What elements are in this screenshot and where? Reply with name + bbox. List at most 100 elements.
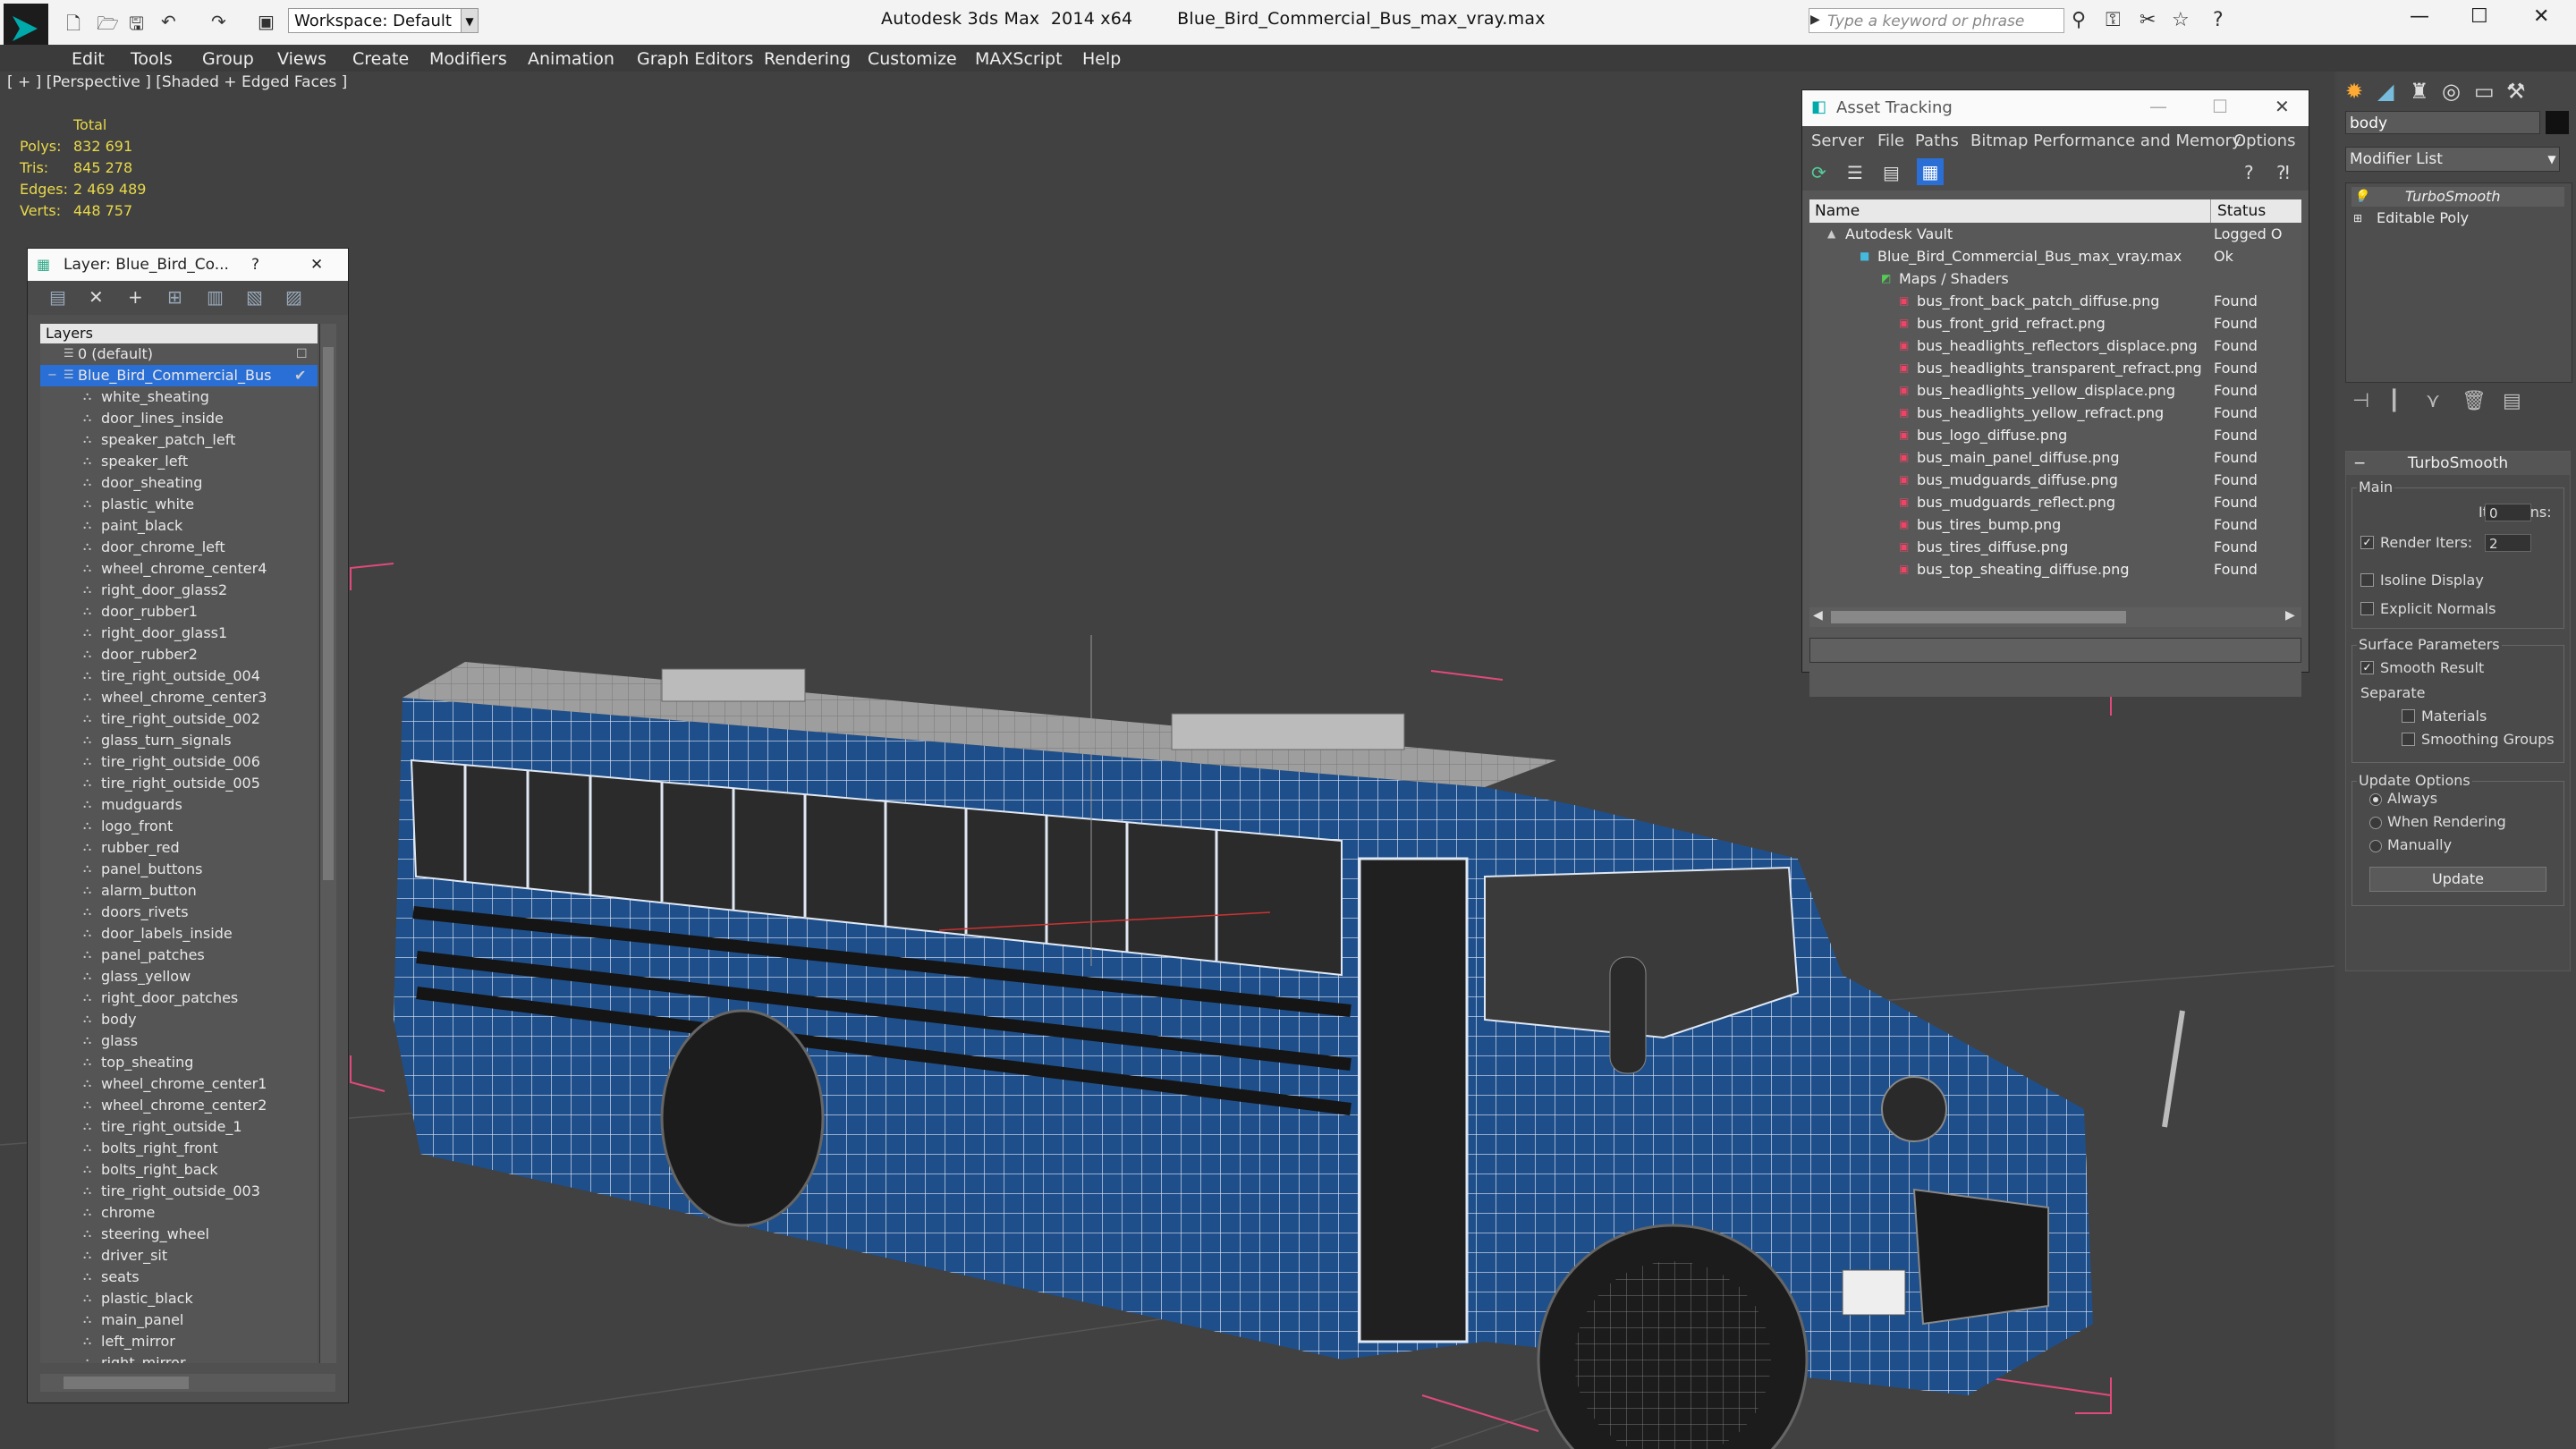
asset-row-map[interactable]: ▣ bus_mudguards_diffuse.png Found <box>1809 469 2301 491</box>
layer-row[interactable]: ⛬ tire_right_outside_004 <box>40 665 318 687</box>
object-name-field[interactable]: body <box>2345 111 2540 134</box>
create-tab-icon[interactable]: ✹ <box>2345 79 2363 104</box>
expand-icon[interactable]: ⊞ <box>2353 208 2362 228</box>
menu-views[interactable]: Views <box>277 49 326 69</box>
utilities-tab-icon[interactable]: ⚒ <box>2506 79 2526 104</box>
menu-create[interactable]: Create <box>352 49 409 69</box>
layer-row[interactable]: ⛬ right_door_patches <box>40 987 318 1009</box>
layer-row[interactable]: ⛬ chrome <box>40 1202 318 1224</box>
minimize-button[interactable]: — <box>2149 96 2167 117</box>
layer-row[interactable]: ⛬ glass_turn_signals <box>40 730 318 751</box>
undo-icon[interactable]: ↶ <box>161 11 176 32</box>
layer-row[interactable]: ⛬ panel_buttons <box>40 859 318 880</box>
layer-row[interactable]: ⛬ top_sheating <box>40 1052 318 1073</box>
layer-row[interactable]: ⛬ plastic_white <box>40 494 318 515</box>
layer-row[interactable]: ⛬ right_door_glass1 <box>40 623 318 644</box>
layer-row[interactable]: ⛬ right_door_glass2 <box>40 580 318 601</box>
menu-edit[interactable]: Edit <box>72 49 105 69</box>
asset-row-map[interactable]: ▣ bus_tires_bump.png Found <box>1809 513 2301 536</box>
isoline-display-checkbox[interactable] <box>2360 573 2374 587</box>
layer-row-selected[interactable]: − ☰ Blue_Bird_Commercial_Bus ✔ <box>40 365 318 386</box>
rollout-title[interactable]: − TurboSmooth <box>2346 452 2570 475</box>
layers-column-header[interactable]: Layers <box>40 324 318 343</box>
scroll-right-icon[interactable]: ▶ <box>2285 608 2295 623</box>
search-arrow-icon[interactable]: ▶ <box>1810 13 1820 27</box>
display-tab-icon[interactable]: ▭ <box>2474 79 2495 104</box>
always-radio[interactable] <box>2369 793 2382 806</box>
help-icon[interactable]: ? <box>2244 162 2254 183</box>
smoothing-groups-checkbox[interactable] <box>2402 733 2415 746</box>
add-to-layer-icon[interactable]: + <box>128 286 143 308</box>
asset-path-field[interactable] <box>1809 638 2301 663</box>
layer-row[interactable]: ⛬ door_lines_inside <box>40 408 318 429</box>
layer-row[interactable]: ⛬ door_sheating <box>40 472 318 494</box>
layer-row[interactable]: ⛬ wheel_chrome_center3 <box>40 687 318 708</box>
layer-row[interactable]: ⛬ door_labels_inside <box>40 923 318 945</box>
layer-row[interactable]: ⛬ rubber_red <box>40 837 318 859</box>
asset-horizontal-scrollbar[interactable]: ◀ ▶ <box>1809 607 2301 627</box>
explicit-normals-checkbox[interactable] <box>2360 602 2374 615</box>
layer-row[interactable]: ⛬ panel_patches <box>40 945 318 966</box>
menu-server[interactable]: Server <box>1811 131 1864 150</box>
materials-checkbox[interactable] <box>2402 709 2415 723</box>
refresh-icon[interactable]: ⟳ <box>1811 162 1826 183</box>
checkbox-icon[interactable]: ☐ <box>296 343 308 365</box>
layer-row[interactable]: ⛬ glass <box>40 1030 318 1052</box>
asset-row-map[interactable]: ▣ bus_mudguards_reflect.png Found <box>1809 491 2301 513</box>
workspace-select[interactable]: Workspace: Default <box>288 8 467 33</box>
status-column-header[interactable]: Status <box>2217 199 2266 223</box>
delete-layer-icon[interactable]: ✕ <box>89 286 104 308</box>
asset-row-vault[interactable]: ▲ Autodesk Vault Logged O <box>1809 223 2301 245</box>
scroll-thumb[interactable] <box>64 1377 189 1389</box>
menu-graph-editors[interactable]: Graph Editors <box>637 49 753 69</box>
hierarchy-tab-icon[interactable]: ♜ <box>2410 79 2429 104</box>
asset-tracking-titlebar[interactable]: ◧ Asset Tracking — ☐ ✕ <box>1802 90 2309 126</box>
list-view-icon[interactable]: ☰ <box>1847 162 1863 183</box>
search-input[interactable]: Type a keyword or phrase <box>1809 8 2064 33</box>
layer-row[interactable]: ⛬ wheel_chrome_center4 <box>40 558 318 580</box>
layer-row[interactable]: ⛬ main_panel <box>40 1309 318 1331</box>
redo-icon[interactable]: ↷ <box>211 11 226 32</box>
hide-all-icon[interactable]: ▧ <box>246 286 263 308</box>
layer-row[interactable]: ⛬ doors_rivets <box>40 902 318 923</box>
layer-row[interactable]: ⛬ tire_right_outside_003 <box>40 1181 318 1202</box>
maximize-button[interactable]: ☐ <box>2212 96 2228 117</box>
stack-item-turbosmooth[interactable]: 💡 TurboSmooth <box>2351 187 2564 207</box>
detail-view-icon[interactable]: ▤ <box>1883 162 1900 183</box>
layer-row[interactable]: ⛬ right_mirror <box>40 1352 318 1363</box>
asset-row-map[interactable]: ▣ bus_headlights_transparent_refract.png F… <box>1809 357 2301 379</box>
select-objects-icon[interactable]: ⊞ <box>167 286 182 308</box>
layer-row[interactable]: ⛬ mudguards <box>40 794 318 816</box>
menu-file[interactable]: File <box>1877 131 1904 150</box>
highlight-layer-icon[interactable]: ▥ <box>207 286 224 308</box>
layer-row[interactable]: ⛬ white_sheating <box>40 386 318 408</box>
menu-maxscript[interactable]: MAXScript <box>975 49 1063 69</box>
asset-row-map[interactable]: ▣ bus_tires_diffuse.png Found <box>1809 536 2301 558</box>
layer-row[interactable]: ⛬ bolts_right_back <box>40 1159 318 1181</box>
object-color-swatch[interactable] <box>2546 111 2569 134</box>
scroll-thumb[interactable] <box>323 347 334 880</box>
layer-row[interactable]: ⛬ tire_right_outside_005 <box>40 773 318 794</box>
menu-options[interactable]: Options <box>2233 131 2295 150</box>
help-button[interactable]: ? <box>251 256 259 274</box>
layer-row[interactable]: ⛬ bolts_right_front <box>40 1138 318 1159</box>
layer-row[interactable]: ⛬ plastic_black <box>40 1288 318 1309</box>
layer-row[interactable]: ⛬ speaker_left <box>40 451 318 472</box>
menu-customize[interactable]: Customize <box>868 49 957 69</box>
menu-group[interactable]: Group <box>202 49 254 69</box>
collapse-icon[interactable]: − <box>47 365 57 386</box>
asset-row-map[interactable]: ▣ bus_front_back_patch_diffuse.png Found <box>1809 290 2301 312</box>
layer-row[interactable]: ⛬ tire_right_outside_006 <box>40 751 318 773</box>
freeze-all-icon[interactable]: ▨ <box>285 286 302 308</box>
layer-row[interactable]: ⛬ paint_black <box>40 515 318 537</box>
make-unique-icon[interactable]: ⋎ <box>2426 390 2440 412</box>
asset-row-map[interactable]: ▣ bus_headlights_yellow_refract.png Found <box>1809 402 2301 424</box>
new-file-icon[interactable]: 🗋 <box>66 11 80 41</box>
layer-row[interactable]: ⛬ seats <box>40 1267 318 1288</box>
name-column-header[interactable]: Name <box>1815 199 1860 223</box>
layer-panel-titlebar[interactable]: ▦ Layer: Blue_Bird_Co... ? ✕ <box>28 249 348 281</box>
menu-paths[interactable]: Paths <box>1915 131 1959 150</box>
save-icon[interactable]: 🖫 <box>129 11 144 41</box>
modifier-list-dropdown[interactable]: Modifier List <box>2345 147 2560 172</box>
menu-bitmap-performance[interactable]: Bitmap Performance and Memory <box>1970 131 2241 150</box>
